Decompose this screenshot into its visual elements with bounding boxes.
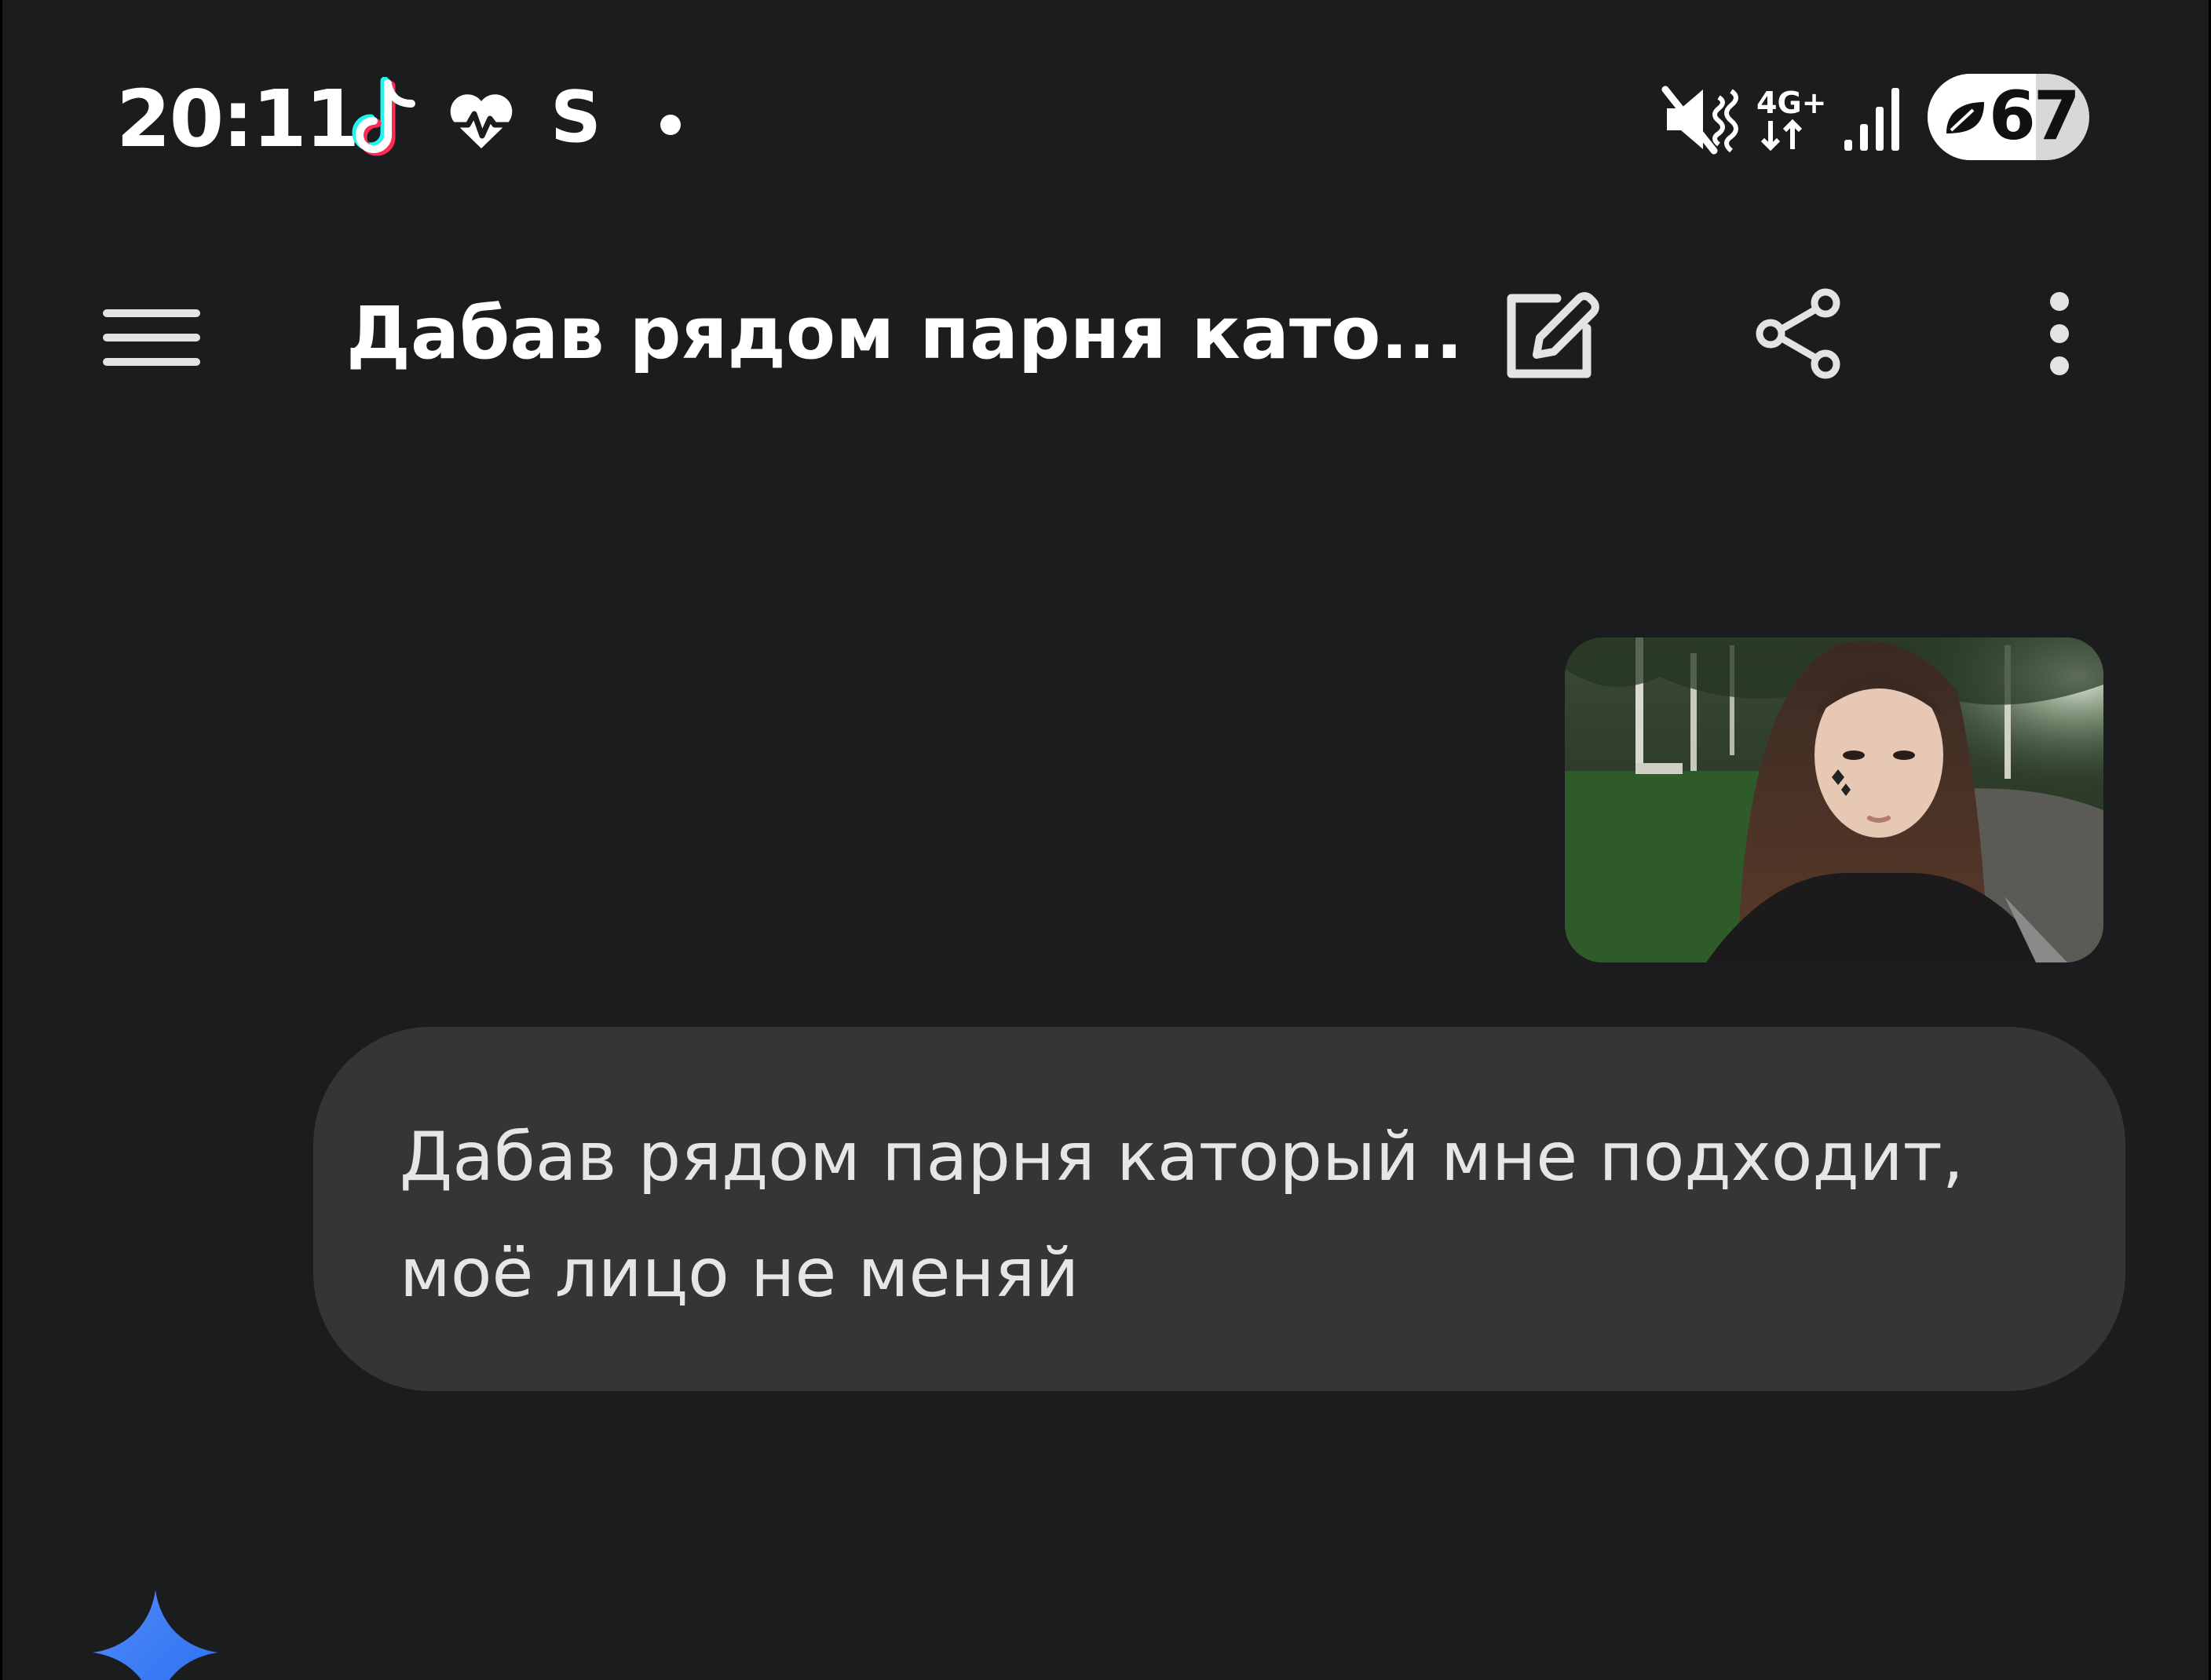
user-message-text: Дабав рядом парня каторый мне подходит, … (400, 1118, 1964, 1313)
user-message-bubble[interactable]: Дабав рядом парня каторый мне подходит, … (313, 1027, 2125, 1391)
share-icon[interactable] (1747, 283, 1849, 385)
svg-text:4G+: 4G+ (1756, 86, 1824, 120)
attached-photo[interactable] (1565, 637, 2103, 962)
chat-title: Дабав рядом парня като... (346, 291, 1464, 375)
app-bar: Дабав рядом парня като... (2, 267, 2211, 400)
status-bar: 20:11 S 4G+ 67 (2, 63, 2211, 173)
gemini-sparkle-icon (93, 1590, 218, 1680)
more-vert-icon[interactable] (2019, 283, 2097, 385)
signal-icon (1844, 88, 1899, 151)
tiktok-icon (352, 77, 415, 156)
dot-icon (660, 115, 681, 135)
battery-level: 67 (1989, 77, 2081, 155)
s-icon: S (550, 76, 601, 159)
app-screen: 20:11 S 4G+ 67 Дабав рядом парня като...… (0, 0, 2211, 1680)
mute-icon (1661, 86, 1738, 155)
heart-rate-icon (450, 94, 513, 148)
battery-indicator: 67 (1928, 74, 2089, 160)
battery-saver-icon (1946, 102, 1984, 133)
network-4g-icon: 4G+ (1756, 86, 1824, 152)
menu-icon[interactable] (97, 298, 206, 377)
edit-icon[interactable] (1496, 283, 1606, 385)
status-time: 20:11 (116, 73, 360, 165)
